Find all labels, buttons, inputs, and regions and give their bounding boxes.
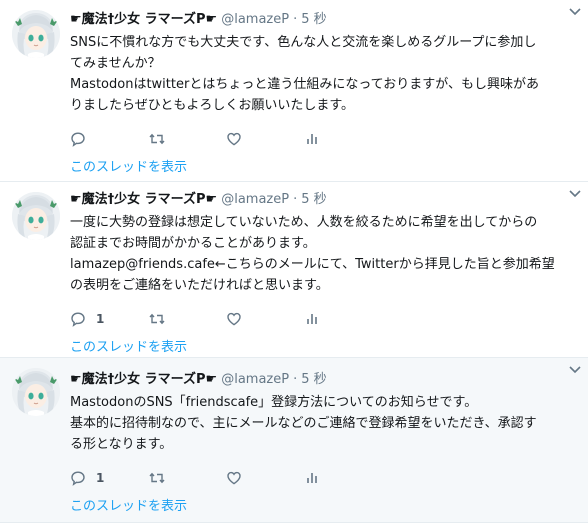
reply-button[interactable]: 1 [70,467,148,489]
tweet-line: 基本的に招待制なので、主にメールなどのご連絡で登録希望をいただき、承認す [70,416,537,431]
analytics-icon [307,473,317,483]
tweet-line: てみませんか？ [70,56,161,71]
tweet-line: lamazep@friends.cafe←こちらのメールにて、Twitterから… [70,257,555,272]
like-button[interactable] [226,128,304,150]
tweet-text: MastodonのSNS「friendscafe」登録方法についてのお知らせです… [70,392,574,455]
retweet-button[interactable] [148,128,226,150]
timestamp[interactable]: 5 秒 [301,370,326,390]
timestamp[interactable]: 5 秒 [301,10,326,30]
avatar[interactable] [12,368,60,416]
tweet-line: の表明をご連絡をいただければと思います。 [70,278,329,293]
analytics-button[interactable] [304,467,382,489]
retweet-button[interactable] [148,308,226,330]
show-thread-link[interactable]: このスレッドを表示 [70,339,574,357]
avatar-image [12,192,60,240]
display-name[interactable]: ☛魔法†少女 ラマーズP☛ [70,10,217,30]
tweet-text: 一度に大勢の登録は想定していないため、人数を絞るために希望を出してからの 認証ま… [70,212,574,296]
tweet-line: 認証までお時間がかかることがあります。 [70,236,316,251]
display-name[interactable]: ☛魔法†少女 ラマーズP☛ [70,190,217,210]
analytics-icon [307,134,317,144]
separator: · [293,372,298,387]
show-thread-link[interactable]: このスレッドを表示 [70,498,574,516]
tweet-line: SNSに不慣れな方でも大丈夫です、色んな人と交流を楽しめるグループに参加し [70,35,537,50]
like-icon [227,132,241,146]
reply-count: 1 [96,312,105,326]
tweet-actions: 1 [70,308,574,330]
username[interactable]: @lamazeP [221,10,289,30]
reply-button[interactable]: 1 [70,308,148,330]
caret-down-icon[interactable] [568,188,582,198]
like-button[interactable] [226,467,304,489]
caret-down-icon[interactable] [568,364,582,374]
avatar[interactable] [12,10,60,58]
tweet-header: ☛魔法†少女 ラマーズP☛ @lamazeP · 5 秒 [70,190,574,210]
separator: · [293,12,298,27]
tweet-1[interactable]: ☛魔法†少女 ラマーズP☛ @lamazeP · 5 秒 SNSに不慣れな方でも… [0,0,588,182]
avatar-image [12,368,60,416]
reply-icon [71,132,85,147]
reply-button[interactable] [70,128,148,150]
tweet-2[interactable]: ☛魔法†少女 ラマーズP☛ @lamazeP · 5 秒 一度に大勢の登録は想定… [0,182,588,358]
separator: · [293,192,298,207]
tweet-actions [70,128,574,150]
tweet-line: Mastodonはtwitterとはちょっと違う仕組みになっておりますが、もし興… [70,77,540,92]
retweet-icon [149,472,165,484]
display-name[interactable]: ☛魔法†少女 ラマーズP☛ [70,370,217,390]
tweet-3[interactable]: ☛魔法†少女 ラマーズP☛ @lamazeP · 5 秒 MastodonのSN… [0,358,588,523]
tweet-line: 一度に大勢の登録は想定していないため、人数を絞るために希望を出してからの [70,215,538,230]
analytics-icon [307,314,317,324]
username[interactable]: @lamazeP [221,190,289,210]
show-thread-link[interactable]: このスレッドを表示 [70,159,574,177]
caret-down-icon[interactable] [568,6,582,16]
avatar-image [12,10,60,58]
like-icon [227,471,241,485]
reply-icon [71,471,85,486]
like-icon [227,312,241,326]
analytics-button[interactable] [304,128,382,150]
analytics-button[interactable] [304,308,382,330]
timestamp[interactable]: 5 秒 [301,190,326,210]
retweet-icon [149,133,165,145]
tweet-line: る形となります。 [70,437,173,452]
tweet-text: SNSに不慣れな方でも大丈夫です、色んな人と交流を楽しめるグループに参加し てみ… [70,32,574,116]
tweet-line: りましたらぜひともよろしくお願いいたします。 [70,98,355,113]
username[interactable]: @lamazeP [221,370,289,390]
like-button[interactable] [226,308,304,330]
reply-count: 1 [96,471,105,485]
avatar[interactable] [12,192,60,240]
tweet-line: MastodonのSNS「friendscafe」登録方法についてのお知らせです… [70,395,478,410]
tweet-actions: 1 [70,467,574,489]
retweet-button[interactable] [148,467,226,489]
tweet-header: ☛魔法†少女 ラマーズP☛ @lamazeP · 5 秒 [70,10,574,30]
retweet-icon [149,313,165,325]
tweet-header: ☛魔法†少女 ラマーズP☛ @lamazeP · 5 秒 [70,370,574,390]
reply-icon [71,312,85,327]
